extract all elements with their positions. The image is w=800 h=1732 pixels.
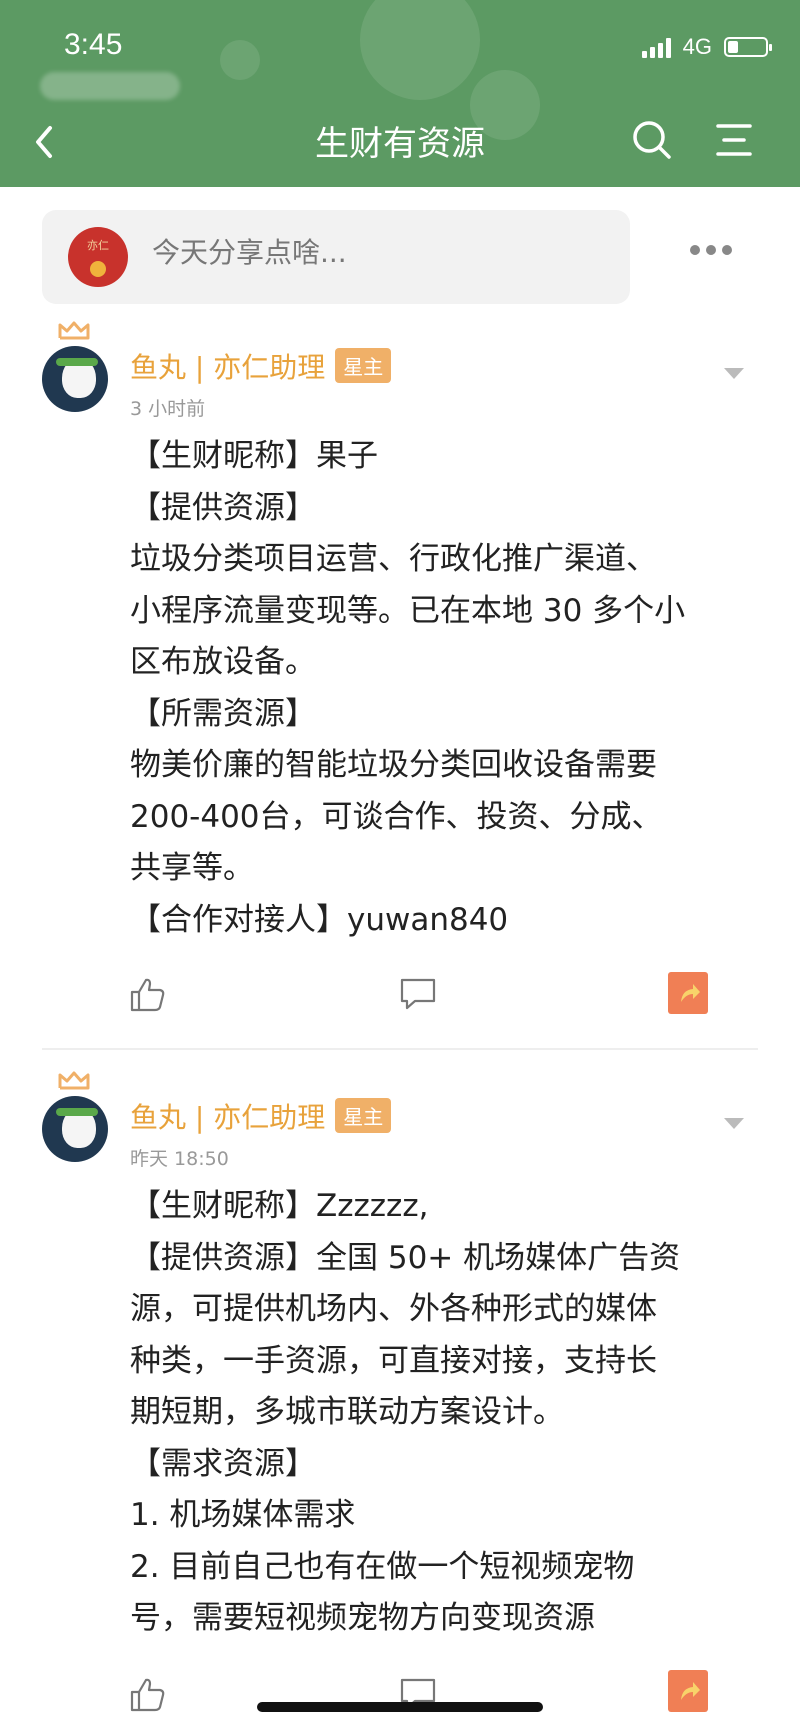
status-time: 3:45 xyxy=(64,28,123,61)
post-line: 200-400台，可谈合作、投资、分成、 xyxy=(130,798,663,835)
author-name[interactable]: 鱼丸 | 亦仁助理 xyxy=(130,351,325,384)
network-type: 4G xyxy=(682,34,712,59)
search-icon[interactable] xyxy=(630,118,674,162)
post-body: 【生财昵称】Zzzzzz, 【提供资源】全国 50+ 机场媒体广告资 源，可提供… xyxy=(130,1181,750,1645)
author-avatar[interactable] xyxy=(42,321,108,412)
share-icon[interactable] xyxy=(668,1670,708,1712)
home-indicator[interactable] xyxy=(257,1702,543,1712)
thumbs-up-icon[interactable] xyxy=(128,1676,166,1714)
post-line: 【所需资源】 xyxy=(130,695,316,732)
post-author[interactable]: 鱼丸 | 亦仁助理 星主 xyxy=(130,346,392,386)
signal-icon xyxy=(641,36,671,58)
post-divider xyxy=(42,1048,758,1050)
post-line: 【合作对接人】yuwan840 xyxy=(130,901,509,938)
share-icon[interactable] xyxy=(668,972,708,1014)
post-line: 物美价廉的智能垃圾分类回收设备需要 xyxy=(130,747,657,783)
header-decoration xyxy=(220,40,260,80)
post-line: 垃圾分类项目运营、行政化推广渠道、 xyxy=(130,541,657,577)
post-line: 号，需要短视频宠物方向变现资源 xyxy=(130,1600,595,1636)
share-arrow-icon xyxy=(681,1682,700,1700)
chevron-down-icon[interactable] xyxy=(724,1118,744,1129)
avatar-text: 亦仁 xyxy=(87,239,109,252)
avatar xyxy=(42,346,108,412)
author-avatar[interactable] xyxy=(42,1071,108,1162)
post-body: 【生财昵称】果子 【提供资源】 垃圾分类项目运营、行政化推广渠道、 小程序流量变… xyxy=(130,431,750,946)
post-line: 共享等。 xyxy=(130,850,254,886)
thumbs-up-icon[interactable] xyxy=(128,976,166,1014)
crown-icon xyxy=(58,321,90,340)
post-line: 【提供资源】全国 50+ 机场媒体广告资 xyxy=(130,1239,681,1276)
post-line: 期短期，多城市联动方案设计。 xyxy=(130,1394,564,1430)
post-line: 【需求资源】 xyxy=(130,1445,316,1482)
blurred-region xyxy=(40,72,180,100)
post-line: 小程序流量变现等。已在本地 30 多个小 xyxy=(130,592,686,629)
post-time: 3 小时前 xyxy=(130,398,206,420)
battery-icon xyxy=(724,37,772,57)
owner-badge: 星主 xyxy=(335,1098,392,1133)
post-line: 【生财昵称】果子 xyxy=(130,438,378,474)
post-line: 【提供资源】 xyxy=(130,489,316,526)
post-line: 2. 目前自己也有在做一个短视频宠物 xyxy=(130,1548,635,1585)
post-line: 种类，一手资源，可直接对接，支持长 xyxy=(130,1342,657,1379)
author-name[interactable]: 鱼丸 | 亦仁助理 xyxy=(130,1101,325,1134)
post-line: 【生财昵称】Zzzzzz, xyxy=(130,1188,429,1224)
coin-icon xyxy=(90,261,106,277)
post-author[interactable]: 鱼丸 | 亦仁助理 星主 xyxy=(130,1096,392,1136)
composer-input[interactable] xyxy=(152,236,592,269)
page-title: 生财有资源 xyxy=(315,124,485,164)
user-avatar: 亦仁 xyxy=(68,227,128,287)
avatar xyxy=(42,1096,108,1162)
crown-icon xyxy=(58,1071,90,1090)
status-indicators: 4G xyxy=(641,34,772,60)
post-line: 源，可提供机场内、外各种形式的媒体 xyxy=(130,1291,657,1327)
share-arrow-icon xyxy=(681,984,700,1002)
header-decoration xyxy=(360,0,480,100)
post-composer[interactable]: 亦仁 xyxy=(42,210,630,304)
menu-icon[interactable] xyxy=(714,120,754,160)
post-time: 昨天 18:50 xyxy=(130,1148,229,1170)
app-header: 3:45 4G 生财有资源 xyxy=(0,0,800,187)
post-line: 区布放设备。 xyxy=(130,644,316,680)
comment-icon[interactable] xyxy=(398,976,438,1012)
chevron-down-icon[interactable] xyxy=(724,368,744,379)
post-line: 1. 机场媒体需求 xyxy=(130,1497,356,1533)
owner-badge: 星主 xyxy=(335,348,392,383)
more-icon[interactable] xyxy=(690,245,732,255)
